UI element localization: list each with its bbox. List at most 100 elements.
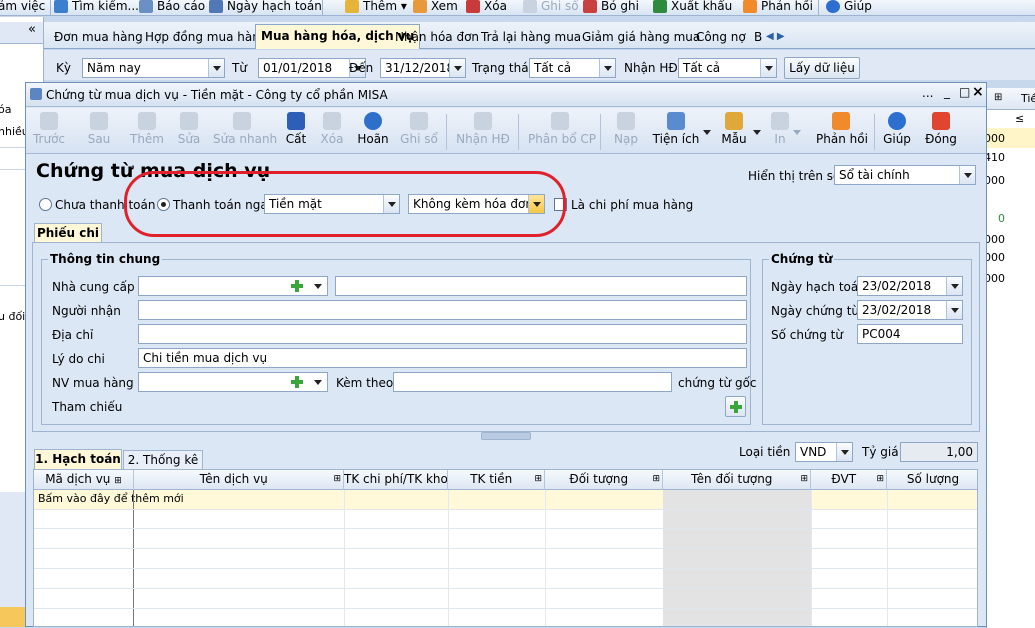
toolbar-view[interactable]: Xem xyxy=(413,0,458,14)
tab-purchase-order[interactable]: Đơn mua hàng xyxy=(54,26,143,49)
toolbar-posting-date[interactable]: Ngày hạch toán xyxy=(209,0,322,14)
delete-button[interactable]: Xóa xyxy=(317,110,347,152)
col-object[interactable]: Đối tượng ⊞ xyxy=(545,470,663,490)
toolbar-search[interactable]: Tìm kiếm... xyxy=(54,0,139,14)
radio-unpaid[interactable] xyxy=(39,198,52,211)
template-button[interactable]: Mẫu xyxy=(718,110,750,152)
dialog-titlebar[interactable]: Chứng từ mua dịch vụ - Tiền mặt - Công t… xyxy=(26,83,986,107)
reason-input[interactable]: Chi tiền mua dịch vụ xyxy=(138,348,747,368)
post-icon xyxy=(410,112,428,130)
toolbar-help[interactable]: Giúp xyxy=(826,0,872,14)
load-button[interactable]: Nạp xyxy=(612,110,640,152)
col-quantity[interactable]: Số lượng xyxy=(887,470,977,490)
maximize-icon[interactable]: □ xyxy=(959,85,970,99)
splitter-handle[interactable] xyxy=(481,432,531,440)
next-button[interactable]: Sau xyxy=(81,110,117,152)
tab-receive-invoice[interactable]: Nhận hóa đơn xyxy=(395,26,479,49)
tab-more[interactable]: B xyxy=(754,26,762,49)
tab-scroll-arrows[interactable]: ◀ ▶ xyxy=(766,29,792,45)
col-service-name[interactable]: Tên dịch vụ ⊞ xyxy=(134,470,344,490)
col-object-name[interactable]: Tên đối tượng ⊞ xyxy=(663,470,811,490)
module-tabs: Đơn mua hàng Hợp đồng mua hàng Mua hàng … xyxy=(44,22,1035,49)
close-icon[interactable]: × xyxy=(972,84,984,100)
quick-edit-button[interactable]: Sửa nhanh xyxy=(213,110,277,152)
posting-date-input[interactable]: 23/02/2018 xyxy=(857,276,963,296)
post-button[interactable]: Ghi sổ xyxy=(399,110,439,152)
receive-invoice-select[interactable]: Tất cả xyxy=(678,58,777,78)
supplier-label: Nhà cung cấp xyxy=(52,280,135,294)
close-button[interactable]: Đóng xyxy=(924,110,958,152)
minimize-icon[interactable]: _ xyxy=(944,85,950,99)
attach-label: Kèm theo xyxy=(336,376,394,390)
toolbar-export[interactable]: Xuất khẩu xyxy=(653,0,732,14)
template-icon xyxy=(725,112,743,130)
print-button[interactable]: In xyxy=(768,110,792,152)
receiver-input[interactable] xyxy=(138,300,747,320)
currency-select[interactable]: VND xyxy=(795,442,853,462)
tab-purchase-discount[interactable]: Giảm giá hàng mua xyxy=(582,26,700,49)
allocate-cost-button[interactable]: Phân bổ CP xyxy=(528,110,596,152)
supplier-name-input[interactable] xyxy=(335,276,747,296)
receive-invoice-button[interactable]: Nhận HĐ xyxy=(456,110,510,152)
toolbar-report[interactable]: Báo cáo xyxy=(139,0,205,14)
add-staff-icon[interactable] xyxy=(290,375,304,389)
feedback-button[interactable]: Phản hồi xyxy=(816,110,868,152)
tab-statistics[interactable]: 2. Thống kê xyxy=(123,450,203,469)
edit-button[interactable]: Sửa xyxy=(174,110,204,152)
more-icon[interactable]: ... xyxy=(922,86,933,100)
doc-date-input[interactable]: 23/02/2018 xyxy=(857,300,963,320)
save-button[interactable]: Cất xyxy=(281,110,311,152)
tab-purchase-contract[interactable]: Hợp đồng mua hàng xyxy=(145,26,267,49)
toolbar-feedback[interactable]: Phản hồi xyxy=(743,0,813,14)
attach-input[interactable] xyxy=(393,372,672,392)
toolbar-post[interactable]: Ghi sổ xyxy=(523,0,579,14)
grid-header: Tiề xyxy=(1021,92,1035,105)
add-supplier-icon[interactable] xyxy=(290,279,304,293)
add-row-hint[interactable]: Bấm vào đây để thêm mới xyxy=(38,492,184,505)
exchange-rate-input[interactable]: 1,00 xyxy=(900,442,978,462)
grid-cell: 000 xyxy=(986,132,1005,145)
tab-accounting[interactable]: 1. Hạch toán xyxy=(34,449,122,469)
chevron-down-icon[interactable] xyxy=(314,380,322,385)
left-nav-item[interactable]: u đối xyxy=(0,310,25,323)
print-icon xyxy=(771,112,789,130)
tab-payment-voucher[interactable]: Phiếu chi xyxy=(34,223,102,243)
col-expense-account[interactable]: TK chi phí/TK kho ⊞ xyxy=(344,470,448,490)
toolbar-unpost[interactable]: Bỏ ghi xyxy=(583,0,639,14)
grid-cell: 000 xyxy=(986,174,1005,187)
previous-button[interactable]: Trước xyxy=(31,110,67,152)
doc-date-label: Ngày chứng từ xyxy=(771,304,860,318)
collapse-button[interactable]: « xyxy=(0,22,43,44)
load-data-button[interactable]: Lấy dữ liệu xyxy=(784,57,860,79)
col-service-code[interactable]: Mã dịch vụ ⊞ xyxy=(34,470,134,490)
utilities-button[interactable]: Tiện ích xyxy=(652,110,700,152)
col-unit[interactable]: ĐVT ⊞ xyxy=(811,470,887,490)
toolbar-add[interactable]: Thêm ▾ xyxy=(345,0,407,14)
address-input[interactable] xyxy=(138,324,747,344)
to-date[interactable]: 31/12/2018 xyxy=(380,58,466,78)
period-select[interactable]: Năm nay xyxy=(82,58,225,78)
grid-cell: 0 xyxy=(998,212,1005,225)
tab-debt[interactable]: Công nợ xyxy=(696,26,746,49)
chevron-down-icon[interactable] xyxy=(793,130,801,135)
undo-button[interactable]: Hoãn xyxy=(355,110,391,152)
report-icon xyxy=(139,0,153,13)
chevron-down-icon[interactable] xyxy=(314,284,322,289)
tab-purchase-return[interactable]: Trả lại hàng mua xyxy=(481,26,581,49)
chevron-down-icon[interactable] xyxy=(703,130,711,135)
toolbar-item-work[interactable]: ảm việc xyxy=(0,0,45,14)
quick-edit-icon xyxy=(233,112,251,130)
status-select[interactable]: Tất cả xyxy=(529,58,616,78)
doc-no-input[interactable]: PC004 xyxy=(857,324,963,344)
reference-button[interactable] xyxy=(725,396,746,417)
chevron-down-icon[interactable] xyxy=(753,130,761,135)
col-cash-account[interactable]: TK tiền ⊞ xyxy=(448,470,545,490)
purchase-service-dialog: Chứng từ mua dịch vụ - Tiền mặt - Công t… xyxy=(25,82,987,627)
add-button[interactable]: Thêm xyxy=(129,110,165,152)
toolbar-delete[interactable]: Xóa xyxy=(466,0,507,14)
book-select[interactable]: Sổ tài chính xyxy=(834,165,976,185)
left-nav-item[interactable]: óa xyxy=(0,103,11,116)
exchange-rate-label: Tỷ giá xyxy=(862,445,899,459)
help-button[interactable]: Giúp xyxy=(882,110,912,152)
reason-label: Lý do chi xyxy=(52,352,105,366)
